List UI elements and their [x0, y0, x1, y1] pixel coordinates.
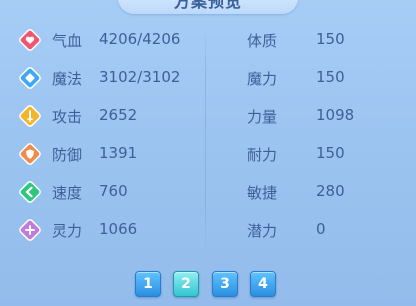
stat-label-speed: 速度 — [52, 184, 83, 202]
stat-value-spirit: 1066 — [99, 220, 138, 238]
page-title: 方案预览 — [173, 0, 242, 11]
stat-row-mp: 魔法 3102/3102 魔力 150 — [0, 59, 416, 97]
stat-value-attack: 2652 — [99, 106, 138, 124]
heart-icon — [19, 29, 41, 51]
title-banner: 方案预览 — [118, 0, 298, 14]
stat-label-hp: 气血 — [52, 32, 83, 50]
stat-label-attack: 攻击 — [52, 108, 83, 126]
title-ornament-left — [124, 0, 154, 10]
stat-value-mp: 3102/3102 — [99, 68, 181, 86]
stat-label-mp: 魔法 — [52, 70, 83, 88]
stat-row-spirit: 灵力 1066 潜力 0 — [0, 211, 416, 249]
attr-label-strength: 力量 — [247, 108, 278, 126]
attr-value-agility: 280 — [316, 182, 345, 200]
attr-label-magic: 魔力 — [247, 70, 278, 88]
title-ornament-right — [262, 0, 292, 10]
stat-row-attack: 攻击 2652 力量 1098 — [0, 97, 416, 135]
attr-value-potential: 0 — [316, 220, 326, 238]
attr-label-agility: 敏捷 — [247, 184, 278, 202]
sword-icon — [19, 105, 41, 127]
stat-value-speed: 760 — [99, 182, 128, 200]
stat-label-spirit: 灵力 — [52, 222, 83, 240]
attr-label-constitution: 体质 — [247, 32, 278, 50]
shield-icon — [19, 143, 41, 165]
page-button-3[interactable]: 3 — [212, 271, 238, 297]
stat-row-speed: 速度 760 敏捷 280 — [0, 173, 416, 211]
stat-label-defense: 防御 — [52, 146, 83, 164]
attr-label-potential: 潜力 — [247, 222, 278, 240]
attr-value-magic: 150 — [316, 68, 345, 86]
attr-value-strength: 1098 — [316, 106, 355, 124]
page-button-1[interactable]: 1 — [135, 271, 161, 297]
stat-row-defense: 防御 1391 耐力 150 — [0, 135, 416, 173]
mana-diamond-icon — [19, 67, 41, 89]
attr-value-constitution: 150 — [316, 30, 345, 48]
spirit-cross-icon — [19, 219, 41, 241]
speed-arrow-icon — [19, 181, 41, 203]
page-button-4[interactable]: 4 — [250, 271, 276, 297]
page-button-2[interactable]: 2 — [173, 271, 199, 297]
attr-value-endurance: 150 — [316, 144, 345, 162]
plan-preview-panel: 方案预览 气血 4206/4206 体质 150 魔法 3102/3102 魔力… — [0, 0, 416, 306]
plan-pager: 1 2 3 4 — [0, 271, 416, 297]
stat-value-defense: 1391 — [99, 144, 138, 162]
stat-row-hp: 气血 4206/4206 体质 150 — [0, 21, 416, 59]
stat-value-hp: 4206/4206 — [99, 30, 181, 48]
attr-label-endurance: 耐力 — [247, 146, 278, 164]
